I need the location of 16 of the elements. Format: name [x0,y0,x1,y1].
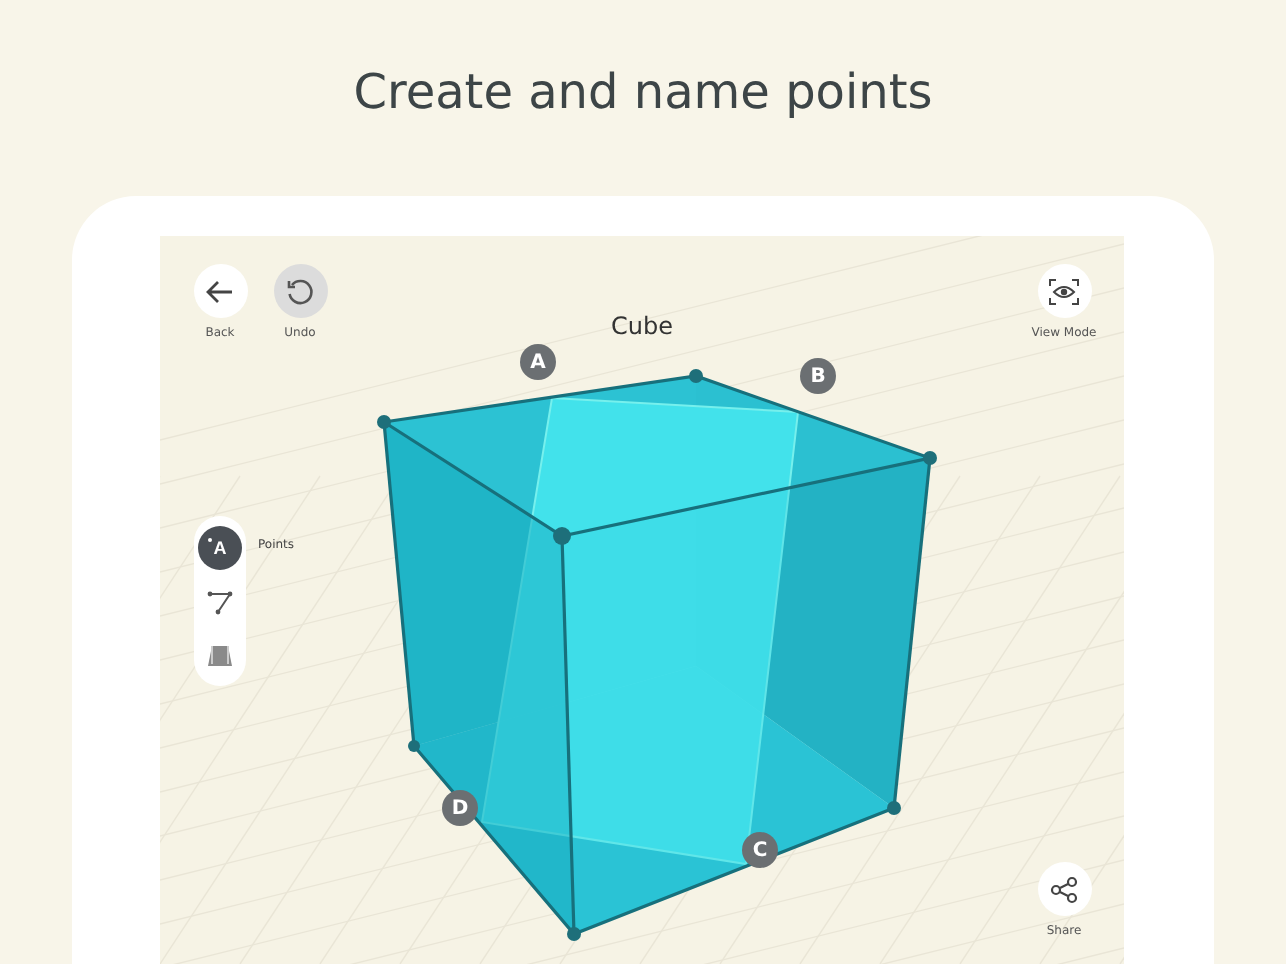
point-label[interactable]: A [520,344,556,380]
eye-icon [1048,277,1080,305]
point-tool[interactable]: A [198,525,242,569]
undo-icon [286,277,314,305]
model-title: Cube [611,312,673,340]
share-icon [1050,875,1078,903]
back-button[interactable] [193,264,247,318]
share-button[interactable] [1037,862,1091,916]
back-arrow-icon [206,279,234,303]
segment-icon [206,587,234,615]
view-button[interactable] [1037,264,1091,318]
prism-icon [206,643,234,667]
undo-button[interactable] [273,264,327,318]
point-label[interactable]: B [800,358,836,394]
headline: Create and name points [351,62,935,124]
point-label[interactable]: D [442,790,478,826]
